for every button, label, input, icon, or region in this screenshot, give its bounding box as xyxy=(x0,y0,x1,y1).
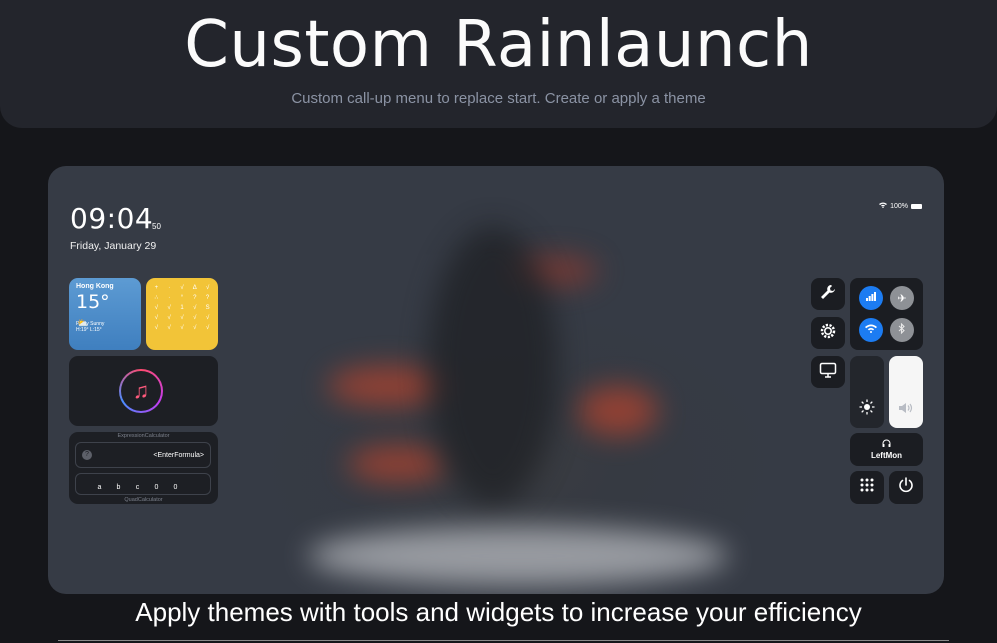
bluetooth-toggle[interactable] xyxy=(890,318,914,342)
calc-symbol: √ xyxy=(205,325,210,331)
calc-symbol: S xyxy=(205,305,210,311)
apps-button[interactable] xyxy=(850,471,884,504)
weather-widget[interactable]: Hong Kong 15° ⛅ Partly Sunny H:19° L:15° xyxy=(69,278,141,350)
bg-mist xyxy=(308,526,728,586)
quad-var: 0 xyxy=(154,484,159,491)
speaker-icon xyxy=(898,401,914,419)
sun-icon xyxy=(859,399,875,420)
airplane-toggle[interactable]: ✈ xyxy=(890,286,914,310)
calc-symbol: √ xyxy=(154,315,159,321)
formula-input[interactable]: ? <EnterFormula> xyxy=(75,442,211,468)
bluetooth-icon xyxy=(898,322,906,337)
power-button[interactable] xyxy=(889,471,923,504)
weather-temp: 15° xyxy=(76,291,110,313)
weather-city: Hong Kong xyxy=(76,283,114,290)
calc-symbol: √ xyxy=(167,305,171,311)
calc-symbol: √ xyxy=(167,315,171,321)
calc-symbol: ? xyxy=(205,295,210,301)
calc-symbol: √ xyxy=(180,325,184,331)
calc-symbol: Δ xyxy=(192,285,197,291)
music-app-button[interactable]: ♫ xyxy=(119,369,163,413)
formula-placeholder: <EnterFormula> xyxy=(153,452,204,459)
airplane-icon: ✈ xyxy=(897,292,907,305)
audio-output-label: LeftMon xyxy=(870,451,903,460)
calc-symbol: √ xyxy=(205,315,210,321)
battery-icon xyxy=(911,203,922,209)
calc-symbol: ? xyxy=(193,295,197,301)
calc-symbol: √ xyxy=(180,315,184,321)
partly-sunny-icon: ⛅ xyxy=(77,318,89,328)
calc-symbol: √ xyxy=(154,325,159,331)
clock-time: 09:04 xyxy=(70,202,154,235)
clock-date: Friday, January 29 xyxy=(70,240,157,252)
wifi-icon xyxy=(865,324,877,336)
expression-calculator-widget: ExpressionCalculator ? <EnterFormula> a b… xyxy=(69,432,218,504)
calc-symbol: 1 xyxy=(180,305,184,311)
bg-tower xyxy=(428,226,558,506)
wifi-icon xyxy=(879,202,888,210)
wifi-toggle[interactable] xyxy=(859,318,883,342)
quad-var: c xyxy=(135,484,140,491)
cellular-toggle[interactable] xyxy=(859,286,883,310)
music-note-icon: ♫ xyxy=(121,371,161,411)
bg-blob xyxy=(348,446,448,482)
power-icon xyxy=(897,476,915,499)
volume-slider[interactable] xyxy=(889,356,923,428)
expression-label: ExpressionCalculator xyxy=(117,433,170,439)
quad-var: 0 xyxy=(173,484,178,491)
calc-symbol: ° xyxy=(180,295,184,301)
hero-banner: Custom Rainlaunch Custom call-up menu to… xyxy=(0,0,997,128)
signal-icon xyxy=(866,292,876,304)
music-widget[interactable]: ♫ xyxy=(69,356,218,426)
calc-symbol: √ xyxy=(154,305,159,311)
audio-output-button[interactable]: LeftMon xyxy=(850,433,923,466)
caption-divider xyxy=(58,640,949,641)
gear-icon xyxy=(819,322,837,345)
tools-button[interactable] xyxy=(811,278,845,310)
brightness-slider[interactable] xyxy=(850,356,884,428)
quad-label: QuadCalculator xyxy=(124,497,163,503)
calc-symbol: + xyxy=(154,285,159,291)
help-icon[interactable]: ? xyxy=(82,450,92,460)
calc-symbol: · xyxy=(168,295,171,301)
quad-var: a xyxy=(97,484,102,491)
monitor-icon xyxy=(819,362,837,383)
calc-symbol: · xyxy=(168,285,171,291)
calc-symbol: √ xyxy=(193,305,197,311)
quad-calculator-inputs[interactable]: a b c 0 0 xyxy=(75,473,211,495)
bg-blob xyxy=(578,386,658,436)
caption: Apply themes with tools and widgets to i… xyxy=(135,597,862,627)
calc-symbol: √ xyxy=(193,325,197,331)
calc-symbol: √ xyxy=(205,285,210,291)
quad-vars: a b c 0 0 xyxy=(90,484,185,491)
calc-symbol: √ xyxy=(180,285,184,291)
preview-screen: 09:04 50 Friday, January 29 100% Hong Ko… xyxy=(48,166,944,594)
grid-icon xyxy=(860,478,874,497)
battery-percent: 100% xyxy=(890,202,908,210)
settings-button[interactable] xyxy=(811,317,845,349)
calc-symbol: √ xyxy=(167,325,171,331)
status-bar: 100% xyxy=(879,202,922,210)
display-button[interactable] xyxy=(811,356,845,388)
connectivity-panel xyxy=(850,278,923,350)
clock-seconds: 50 xyxy=(152,222,161,231)
calc-symbol: √ xyxy=(193,315,197,321)
calculator-widget[interactable]: + · √ Δ √ ∴ · °?? √ √ 1 √ S √ √ √ √ √ √ √ √ √ √ xyxy=(146,278,218,350)
calc-symbol: ∴ xyxy=(154,295,159,301)
headphones-icon xyxy=(882,439,891,447)
wrench-icon xyxy=(819,283,837,306)
hero-title: Custom Rainlaunch xyxy=(184,8,813,82)
hero-subtitle: Custom call-up menu to replace start. Cr… xyxy=(291,90,706,107)
quad-var: b xyxy=(116,484,121,491)
